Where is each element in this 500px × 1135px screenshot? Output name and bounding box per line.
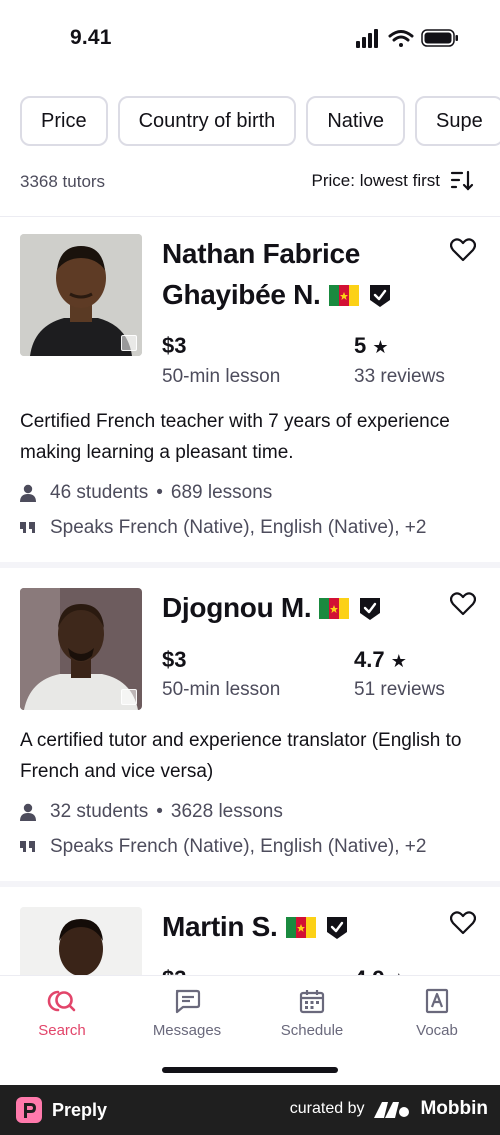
tutor-name-line1: Djognou M. (162, 592, 312, 623)
filter-chip-native[interactable]: Native (306, 96, 406, 146)
tutor-count: 3368 tutors (20, 172, 106, 191)
video-indicator (121, 689, 137, 705)
preply-brand: Preply (16, 1097, 107, 1123)
tab-vocab-label: Vocab (416, 1022, 458, 1039)
filter-chip-super[interactable]: Supe (415, 96, 500, 146)
filter-chips: Price Country of birth Native Supe (20, 96, 500, 146)
tutor-languages: Speaks French (Native), English (Native)… (20, 517, 426, 539)
sort-icon (450, 170, 474, 191)
person-icon (20, 484, 36, 502)
curated-by: curated by Mobbin (290, 1098, 488, 1120)
review-count: 33 reviews (354, 366, 445, 387)
sort-label: Price: lowest first (311, 171, 440, 190)
tutor-price: $3 (162, 647, 187, 672)
cameroon-flag-icon (319, 598, 350, 619)
tutor-name-line1: Martin S. (162, 911, 278, 942)
vocab-icon (425, 988, 449, 1014)
quote-icon (20, 522, 35, 533)
status-icons (356, 29, 458, 48)
tutor-card[interactable]: Nathan Fabrice Ghayibée N. $3 50-min les… (0, 217, 500, 562)
sort-button[interactable]: Price: lowest first (312, 170, 474, 192)
favorite-heart-icon[interactable] (450, 911, 476, 935)
favorite-heart-icon[interactable] (450, 238, 476, 262)
separator-dot: • (156, 801, 163, 822)
tab-schedule-label: Schedule (280, 1022, 344, 1039)
tutor-description: Certified French teacher with 7 years of… (20, 411, 450, 463)
tutor-rating: 5 ★ (354, 333, 389, 359)
tutor-photo[interactable] (20, 907, 142, 975)
tutor-name[interactable]: Nathan Fabrice Ghayibée N. (162, 233, 391, 315)
tab-search-label: Search (38, 1022, 86, 1039)
person-icon (20, 803, 36, 821)
tutor-price: $3 (162, 966, 186, 975)
tutor-card[interactable]: Martin S. $3 4.9 ★ (0, 887, 500, 975)
calendar-icon (299, 990, 325, 1014)
tutor-photo[interactable] (20, 234, 142, 356)
tab-search[interactable]: Search (12, 988, 112, 1039)
tutor-photo[interactable] (20, 588, 142, 710)
tutor-stats: 46 students • 689 lessons (20, 482, 272, 504)
video-indicator (121, 335, 137, 351)
wifi-icon (388, 30, 414, 47)
tutor-rating: 4.9 ★ (354, 966, 407, 975)
rating-value: 4.9 (354, 966, 385, 975)
tutor-card[interactable]: Djognou M. $3 50-min lesson 4.7 ★ 51 rev… (0, 568, 500, 881)
tutor-stats: 32 students • 3628 lessons (20, 801, 283, 823)
tutor-name-line2-row: Ghayibée N. (162, 274, 391, 315)
student-count: 32 students (50, 801, 149, 822)
lesson-length: 50-min lesson (162, 366, 281, 387)
tutor-description: A certified tutor and experience transla… (20, 730, 462, 782)
cameroon-flag-icon (328, 285, 359, 306)
preply-name: Preply (52, 1099, 108, 1120)
languages-spoken: Speaks French (Native), English (Native)… (50, 517, 427, 538)
mobbin-logo-icon (374, 1102, 410, 1118)
cameroon-flag-icon (285, 917, 316, 938)
curated-by-label: curated by (289, 1100, 365, 1117)
tutor-name-line2: Ghayibée N. (162, 279, 321, 310)
tab-messages-label: Messages (152, 1022, 222, 1039)
tutor-name-line1: Nathan Fabrice (162, 238, 361, 269)
mobbin-name: Mobbin (420, 1098, 488, 1119)
battery-icon (421, 29, 458, 47)
signal-icon (356, 29, 378, 48)
review-count: 51 reviews (354, 679, 445, 700)
home-indicator (162, 1067, 338, 1073)
verified-badge-icon (369, 285, 390, 307)
verified-badge-icon (360, 598, 381, 620)
tutor-rating: 4.7 ★ (354, 647, 407, 673)
tab-vocab[interactable]: Vocab (387, 988, 487, 1039)
lesson-count: 3628 lessons (170, 801, 283, 822)
tutor-name[interactable]: Martin S. (162, 906, 348, 947)
filter-chip-price[interactable]: Price (20, 96, 108, 146)
search-icon (47, 990, 76, 1012)
tutor-portrait (20, 907, 142, 975)
favorite-heart-icon[interactable] (450, 592, 476, 616)
star-icon: ★ (390, 651, 407, 671)
messages-icon (175, 989, 201, 1014)
filter-chip-country[interactable]: Country of birth (117, 96, 297, 146)
status-time: 9.41 (70, 26, 112, 49)
lesson-length: 50-min lesson (162, 679, 281, 700)
lesson-count: 689 lessons (170, 482, 273, 503)
preply-logo-icon (16, 1097, 42, 1123)
tab-messages[interactable]: Messages (137, 988, 237, 1039)
tab-schedule[interactable]: Schedule (262, 988, 362, 1039)
verified-badge-icon (326, 917, 347, 939)
rating-value: 5 (354, 333, 367, 358)
separator-dot: • (156, 482, 163, 503)
student-count: 46 students (50, 482, 149, 503)
rating-value: 4.7 (354, 647, 385, 672)
tutor-price: $3 (162, 333, 187, 358)
tutor-languages: Speaks French (Native), English (Native)… (20, 836, 426, 858)
tutor-name[interactable]: Djognou M. (162, 587, 381, 628)
languages-spoken: Speaks French (Native), English (Native)… (50, 836, 427, 857)
quote-icon (20, 841, 35, 852)
star-icon: ★ (372, 337, 389, 357)
footer-strip: Preply curated by Mobbin (0, 1085, 500, 1135)
